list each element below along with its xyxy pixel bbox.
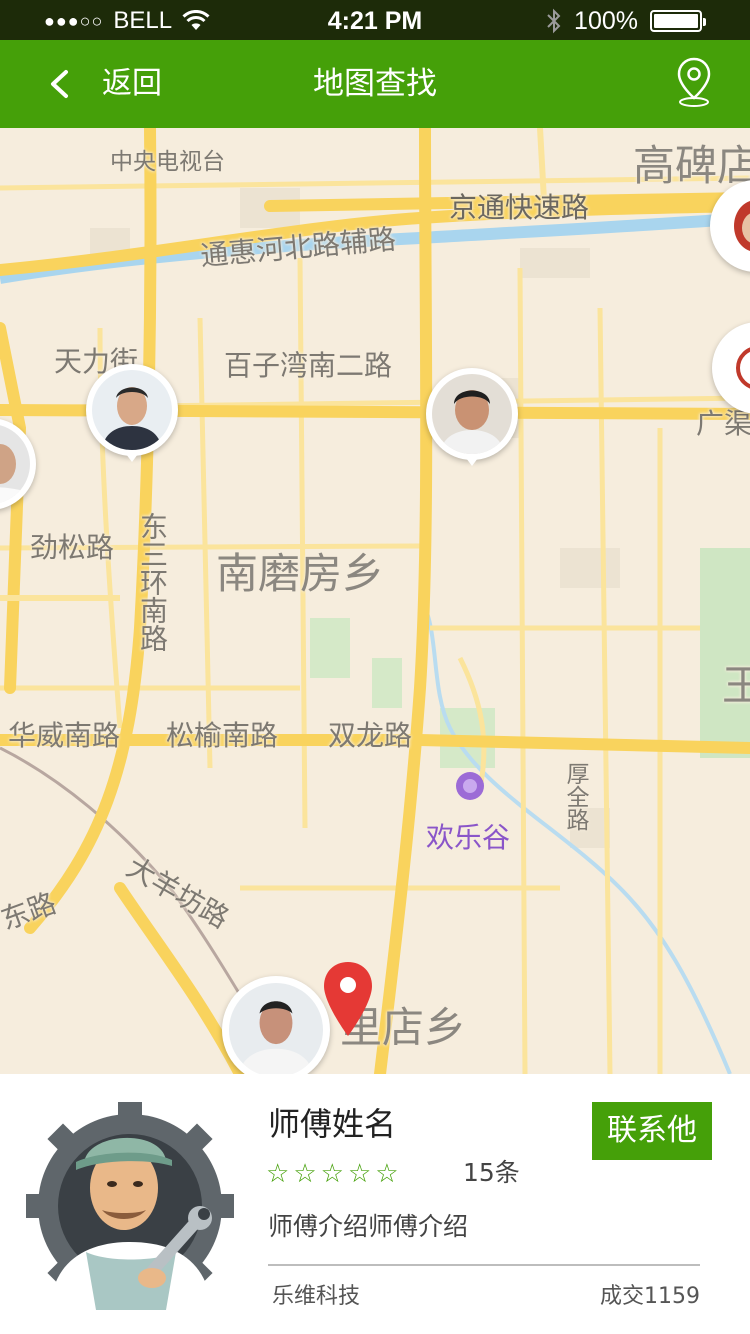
map-label-huanlegu: 欢乐谷 — [426, 821, 511, 854]
status-right: 100% — [546, 6, 706, 36]
technician-pin[interactable] — [0, 418, 36, 536]
review-count: 15条 — [463, 1158, 520, 1187]
map-label-nanmofang: 南磨房乡 — [216, 549, 385, 598]
rating-stars: ☆ ☆ ☆ ☆ ☆ — [266, 1156, 399, 1192]
technician-avatar — [432, 374, 512, 454]
star-icon: ☆ — [375, 1159, 399, 1189]
map-base — [0, 128, 750, 1074]
company-name: 乐维科技 — [272, 1284, 361, 1309]
technician-pin[interactable] — [86, 364, 178, 482]
nav-bar: 返回 地图查找 — [0, 40, 750, 128]
page-title: 地图查找 — [313, 66, 437, 102]
contact-button[interactable]: 联系他 — [592, 1102, 712, 1160]
battery-icon — [650, 10, 706, 32]
location-marker-icon[interactable] — [322, 960, 374, 1038]
map-label-cctv: 中央电视台 — [110, 149, 225, 175]
technician-intro: 师傅介绍师傅介绍 — [268, 1212, 469, 1241]
technician-avatar — [229, 983, 323, 1074]
star-icon: ☆ — [347, 1159, 372, 1189]
map-view[interactable]: 中央电视台 高碑店 京通快速路 通惠河北路辅路 天力街 百子湾南二路 广渠 劲松… — [0, 128, 750, 1074]
map-label-huawei: 华威南路 — [8, 719, 121, 752]
battery-percent: 100% — [574, 7, 638, 35]
map-label-wang: 王 — [722, 661, 750, 710]
map-label-baiziwan: 百子湾南二路 — [224, 349, 393, 382]
deal-count: 成交1159 — [600, 1284, 700, 1309]
map-label-jingtong: 京通快速路 — [449, 191, 590, 224]
card-divider — [268, 1264, 700, 1266]
technician-pin[interactable] — [426, 368, 518, 486]
star-icon: ☆ — [266, 1159, 290, 1189]
status-bar: ●●●○○ BELL 4:21 PM 100% — [0, 0, 750, 40]
technician-pin[interactable] — [222, 976, 330, 1074]
map-label-dongsanhuan: 东三环南路 — [136, 512, 169, 652]
technician-avatar — [92, 370, 172, 450]
technician-pin[interactable] — [712, 322, 750, 440]
technician-pin[interactable] — [710, 180, 750, 298]
map-label-houjin: 厚全路 — [562, 762, 588, 831]
technician-card[interactable]: 师傅姓名 联系他 ☆ ☆ ☆ ☆ ☆ 15条 师傅介绍师傅介绍 乐维科技 成交1… — [0, 1074, 750, 1334]
bluetooth-icon — [547, 8, 561, 34]
technician-avatar-illustration — [26, 1102, 234, 1310]
map-label-songyu: 松榆南路 — [166, 719, 279, 752]
star-icon: ☆ — [293, 1159, 317, 1189]
map-label-shuanglong: 双龙路 — [328, 719, 413, 752]
map-label-jinsong: 劲松路 — [30, 531, 115, 564]
technician-name: 师傅姓名 — [268, 1105, 397, 1143]
star-icon: ☆ — [320, 1159, 344, 1189]
location-pin-icon[interactable] — [674, 56, 714, 108]
